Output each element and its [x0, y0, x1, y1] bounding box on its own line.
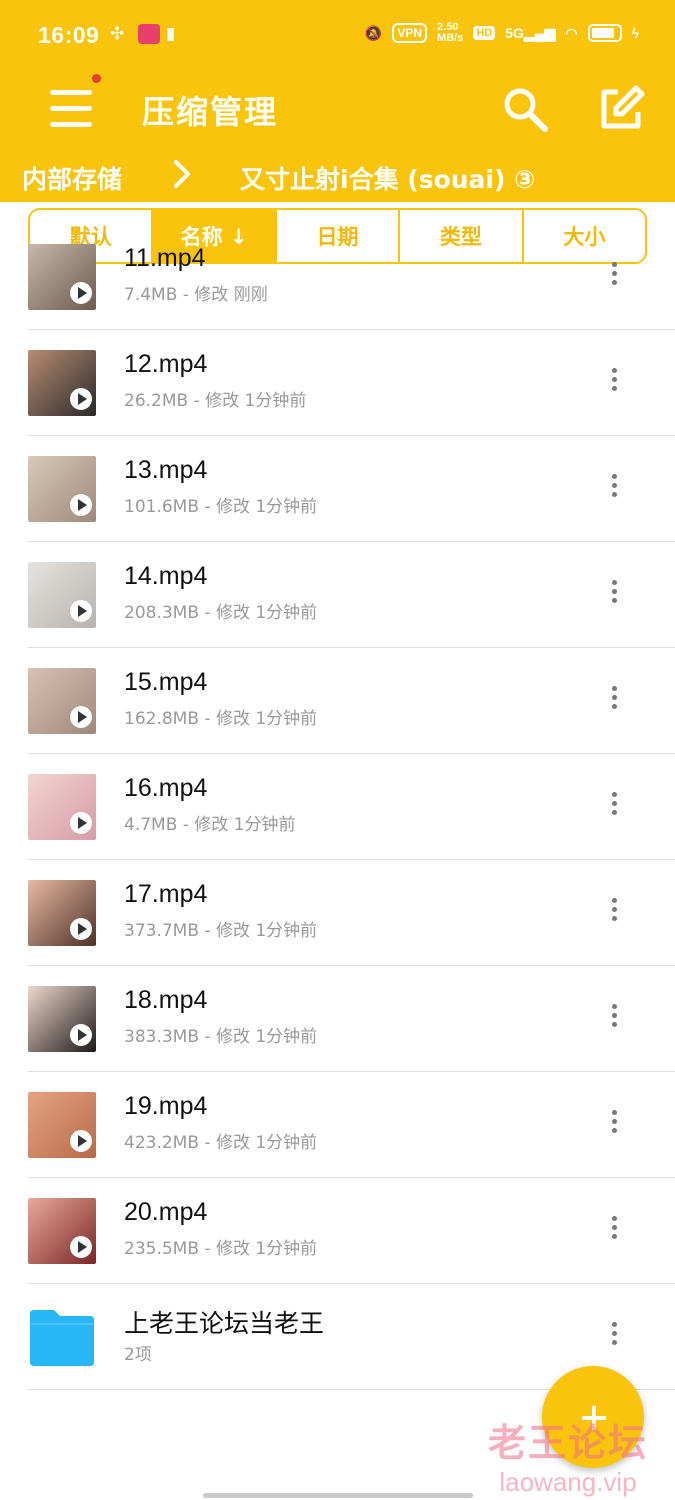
wifi-icon: ◠ [565, 24, 578, 41]
message-icon: ▮ [166, 24, 176, 43]
file-name: 12.mp4 [124, 350, 208, 378]
video-thumbnail [28, 1092, 96, 1158]
video-thumbnail [28, 880, 96, 946]
play-icon [70, 282, 92, 304]
hamburger-icon[interactable] [46, 82, 98, 134]
more-options-icon[interactable] [604, 1318, 624, 1356]
list-item[interactable]: 19.mp4 423.2MB - 修改 1分钟前 [28, 1072, 675, 1178]
list-item[interactable]: 12.mp4 26.2MB - 修改 1分钟前 [28, 330, 675, 436]
video-thumbnail [28, 1198, 96, 1264]
video-thumbnail [28, 774, 96, 840]
more-options-icon[interactable] [604, 1000, 624, 1038]
more-options-icon[interactable] [604, 1106, 624, 1144]
network-speed: 2.50 MB/s [437, 22, 463, 44]
charging-icon: ϟ [631, 25, 639, 41]
hd-badge: HD [473, 26, 496, 40]
file-name: 15.mp4 [124, 668, 208, 696]
edit-icon[interactable] [596, 84, 646, 134]
play-icon [70, 600, 92, 622]
file-name: 20.mp4 [124, 1198, 208, 1226]
plus-icon[interactable] [542, 1366, 644, 1468]
more-options-icon[interactable] [604, 894, 624, 932]
list-item[interactable]: 11.mp4 7.4MB - 修改 刚刚 [28, 224, 675, 330]
breadcrumb-current[interactable]: 又寸止射i合集 (souai) ③ [240, 160, 535, 196]
more-options-icon[interactable] [604, 470, 624, 508]
more-options-icon[interactable] [604, 364, 624, 402]
list-item[interactable]: 17.mp4 373.7MB - 修改 1分钟前 [28, 860, 675, 966]
folder-name: 上老王论坛当老王 [124, 1310, 325, 1338]
play-icon [70, 918, 92, 940]
video-thumbnail [28, 986, 96, 1052]
more-options-icon[interactable] [604, 682, 624, 720]
play-icon [70, 812, 92, 834]
video-thumbnail [28, 244, 96, 310]
file-meta: 7.4MB - 修改 刚刚 [124, 285, 268, 305]
breadcrumb-parent[interactable]: 内部存储 [22, 160, 122, 196]
list-item[interactable]: 15.mp4 162.8MB - 修改 1分钟前 [28, 648, 675, 754]
list-item[interactable]: 14.mp4 208.3MB - 修改 1分钟前 [28, 542, 675, 648]
list-item[interactable]: 16.mp4 4.7MB - 修改 1分钟前 [28, 754, 675, 860]
search-icon[interactable] [500, 84, 550, 134]
status-right: 🔕 VPN 2.50 MB/s HD 5G▂▄▆ ◠ ϟ [365, 22, 639, 44]
status-bar: 16:09 ✣ ▮ 🔕 VPN 2.50 MB/s HD 5G▂▄▆ ◠ ϟ [0, 0, 675, 72]
top-app-bar: 16:09 ✣ ▮ 🔕 VPN 2.50 MB/s HD 5G▂▄▆ ◠ ϟ 压缩… [0, 0, 675, 202]
page-title: 压缩管理 [142, 93, 279, 131]
file-name: 17.mp4 [124, 880, 208, 908]
file-meta: 383.3MB - 修改 1分钟前 [124, 1027, 318, 1047]
mute-icon: 🔕 [364, 24, 383, 41]
file-name: 16.mp4 [124, 774, 208, 802]
play-icon [70, 388, 92, 410]
chevron-right-icon [174, 160, 190, 188]
play-icon [70, 706, 92, 728]
more-options-icon[interactable] [604, 1212, 624, 1250]
more-options-icon[interactable] [604, 258, 624, 296]
video-thumbnail [28, 668, 96, 734]
folder-icon [30, 1310, 94, 1366]
file-meta: 208.3MB - 修改 1分钟前 [124, 603, 318, 623]
speed-unit: MB/s [437, 32, 464, 44]
video-thumbnail [28, 562, 96, 628]
signal-app-icon: ✣ [110, 24, 125, 43]
video-thumbnail [28, 456, 96, 522]
notification-dot [92, 74, 101, 83]
file-meta: 235.5MB - 修改 1分钟前 [124, 1239, 318, 1259]
file-meta: 423.2MB - 修改 1分钟前 [124, 1133, 318, 1153]
play-icon [70, 1236, 92, 1258]
file-name: 19.mp4 [124, 1092, 208, 1120]
folder-meta: 2项 [124, 1345, 152, 1365]
list-item[interactable]: 20.mp4 235.5MB - 修改 1分钟前 [28, 1178, 675, 1284]
watermark-url: laowang.vip [499, 1467, 637, 1497]
file-meta: 162.8MB - 修改 1分钟前 [124, 709, 318, 729]
list-item[interactable]: 18.mp4 383.3MB - 修改 1分钟前 [28, 966, 675, 1072]
battery-icon [587, 24, 622, 42]
play-icon [70, 494, 92, 516]
vpn-badge: VPN [392, 23, 428, 43]
status-time: 16:09 [38, 22, 100, 48]
app-notification-icon [138, 24, 160, 44]
list-item[interactable]: 13.mp4 101.6MB - 修改 1分钟前 [28, 436, 675, 542]
file-meta: 26.2MB - 修改 1分钟前 [124, 391, 307, 411]
file-name: 18.mp4 [124, 986, 208, 1014]
play-icon [70, 1130, 92, 1152]
file-meta: 101.6MB - 修改 1分钟前 [124, 497, 318, 517]
video-thumbnail [28, 350, 96, 416]
breadcrumb: 内部存储 又寸止射i合集 (souai) ③ [0, 152, 675, 202]
home-indicator[interactable] [203, 1493, 473, 1498]
play-icon [70, 1024, 92, 1046]
file-name: 11.mp4 [124, 244, 206, 272]
file-meta: 373.7MB - 修改 1分钟前 [124, 921, 318, 941]
file-meta: 4.7MB - 修改 1分钟前 [124, 815, 296, 835]
more-options-icon[interactable] [604, 576, 624, 614]
more-options-icon[interactable] [604, 788, 624, 826]
file-name: 13.mp4 [124, 456, 208, 484]
network-type: 5G [505, 24, 524, 41]
file-name: 14.mp4 [124, 562, 208, 590]
app-bar: 压缩管理 [0, 72, 675, 148]
cellular-signal-icon: 5G▂▄▆ [505, 24, 556, 41]
